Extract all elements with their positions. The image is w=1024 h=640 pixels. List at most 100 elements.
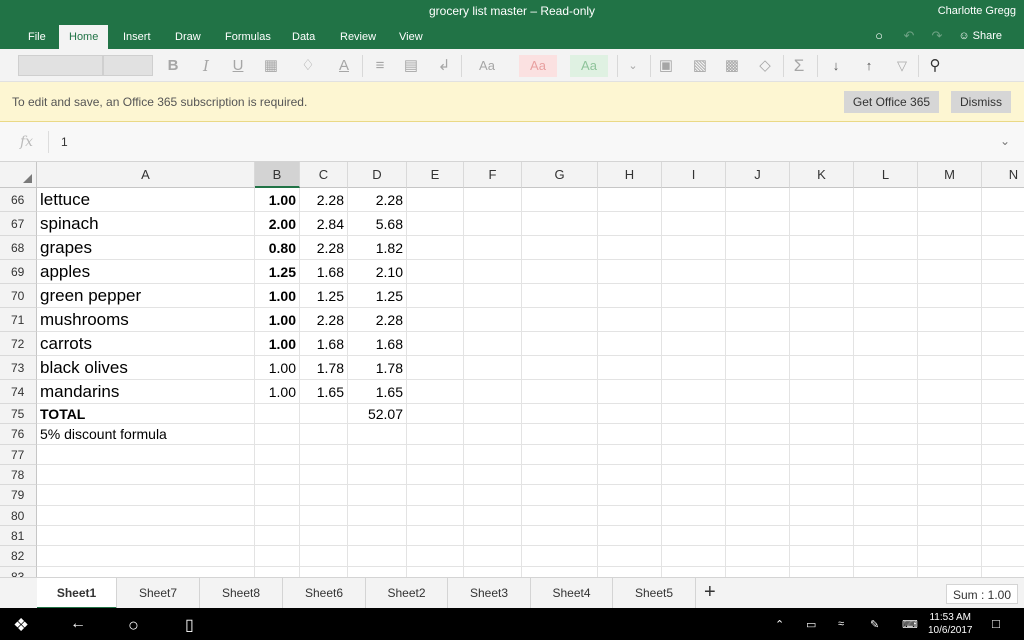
cell-l66[interactable] [854, 188, 918, 212]
cell-e80[interactable] [407, 506, 464, 526]
cell-a70[interactable]: green pepper [37, 284, 255, 308]
cell-k69[interactable] [790, 260, 854, 284]
cell-f78[interactable] [464, 465, 522, 485]
cell-l81[interactable] [854, 526, 918, 546]
cell-d67[interactable]: 5.68 [348, 212, 407, 236]
italic-button[interactable]: I [196, 56, 216, 76]
cell-a76[interactable]: 5% discount formula [37, 424, 255, 445]
cell-h79[interactable] [598, 485, 662, 506]
cell-f69[interactable] [464, 260, 522, 284]
column-header-m[interactable]: M [918, 162, 982, 188]
cell-m82[interactable] [918, 546, 982, 567]
cell-d83[interactable] [348, 567, 407, 577]
column-header-g[interactable]: G [522, 162, 598, 188]
cell-e78[interactable] [407, 465, 464, 485]
cell-n69[interactable] [982, 260, 1024, 284]
cell-b69[interactable]: 1.25 [255, 260, 300, 284]
row-header[interactable]: 79 [0, 485, 37, 506]
cell-c67[interactable]: 2.84 [300, 212, 348, 236]
cell-i66[interactable] [662, 188, 726, 212]
cell-a82[interactable] [37, 546, 255, 567]
cell-e71[interactable] [407, 308, 464, 332]
style-good[interactable]: Aa [570, 55, 608, 77]
row-header[interactable]: 73 [0, 356, 37, 380]
cell-j77[interactable] [726, 445, 790, 465]
cell-n71[interactable] [982, 308, 1024, 332]
cell-h69[interactable] [598, 260, 662, 284]
cell-n80[interactable] [982, 506, 1024, 526]
cell-e69[interactable] [407, 260, 464, 284]
cell-n81[interactable] [982, 526, 1024, 546]
cell-m77[interactable] [918, 445, 982, 465]
cell-g82[interactable] [522, 546, 598, 567]
cell-k82[interactable] [790, 546, 854, 567]
sheet-tab-sheet4[interactable]: Sheet4 [531, 578, 613, 609]
cell-n78[interactable] [982, 465, 1024, 485]
cell-f71[interactable] [464, 308, 522, 332]
sheet-tab-sheet8[interactable]: Sheet8 [200, 578, 283, 609]
cell-f68[interactable] [464, 236, 522, 260]
cell-i82[interactable] [662, 546, 726, 567]
cell-h80[interactable] [598, 506, 662, 526]
styles-dropdown-icon[interactable]: ⌄ [623, 56, 643, 76]
merge-icon[interactable]: ▤ [401, 56, 421, 76]
cell-j72[interactable] [726, 332, 790, 356]
cell-i67[interactable] [662, 212, 726, 236]
column-header-e[interactable]: E [407, 162, 464, 188]
cell-k67[interactable] [790, 212, 854, 236]
column-header-k[interactable]: K [790, 162, 854, 188]
underline-button[interactable]: U [228, 56, 248, 76]
cell-b75[interactable] [255, 404, 300, 424]
borders-icon[interactable]: ▦ [261, 56, 281, 76]
cell-l82[interactable] [854, 546, 918, 567]
cell-k71[interactable] [790, 308, 854, 332]
cell-m66[interactable] [918, 188, 982, 212]
cell-j81[interactable] [726, 526, 790, 546]
cell-k83[interactable] [790, 567, 854, 577]
cell-h83[interactable] [598, 567, 662, 577]
sheet-tab-sheet2[interactable]: Sheet2 [366, 578, 448, 609]
cell-c73[interactable]: 1.78 [300, 356, 348, 380]
cell-g66[interactable] [522, 188, 598, 212]
cell-h77[interactable] [598, 445, 662, 465]
tab-insert[interactable]: Insert [113, 25, 161, 49]
cell-g76[interactable] [522, 424, 598, 445]
cell-l80[interactable] [854, 506, 918, 526]
cell-b77[interactable] [255, 445, 300, 465]
cell-g70[interactable] [522, 284, 598, 308]
cell-j74[interactable] [726, 380, 790, 404]
cell-e83[interactable] [407, 567, 464, 577]
cell-b83[interactable] [255, 567, 300, 577]
cell-c68[interactable]: 2.28 [300, 236, 348, 260]
cell-l67[interactable] [854, 212, 918, 236]
column-header-f[interactable]: F [464, 162, 522, 188]
cell-k77[interactable] [790, 445, 854, 465]
cell-h75[interactable] [598, 404, 662, 424]
cell-d68[interactable]: 1.82 [348, 236, 407, 260]
battery-icon[interactable]: ▭ [806, 618, 816, 631]
cell-k76[interactable] [790, 424, 854, 445]
cell-e75[interactable] [407, 404, 464, 424]
cell-f70[interactable] [464, 284, 522, 308]
cell-a77[interactable] [37, 445, 255, 465]
cell-c66[interactable]: 2.28 [300, 188, 348, 212]
style-normal[interactable]: Aa [468, 55, 506, 77]
cell-n82[interactable] [982, 546, 1024, 567]
cell-n76[interactable] [982, 424, 1024, 445]
cell-n70[interactable] [982, 284, 1024, 308]
cell-f75[interactable] [464, 404, 522, 424]
cell-e81[interactable] [407, 526, 464, 546]
cell-d77[interactable] [348, 445, 407, 465]
cell-l72[interactable] [854, 332, 918, 356]
add-sheet-button[interactable]: + [704, 581, 716, 604]
share-button[interactable]: ☺ Share [958, 30, 1002, 42]
column-header-n[interactable]: N [982, 162, 1024, 188]
cell-b73[interactable]: 1.00 [255, 356, 300, 380]
windows-start-icon[interactable]: ❖ [13, 615, 29, 636]
column-header-c[interactable]: C [300, 162, 348, 188]
tab-draw[interactable]: Draw [165, 25, 211, 49]
cell-m79[interactable] [918, 485, 982, 506]
cell-a79[interactable] [37, 485, 255, 506]
cell-m76[interactable] [918, 424, 982, 445]
cell-h71[interactable] [598, 308, 662, 332]
